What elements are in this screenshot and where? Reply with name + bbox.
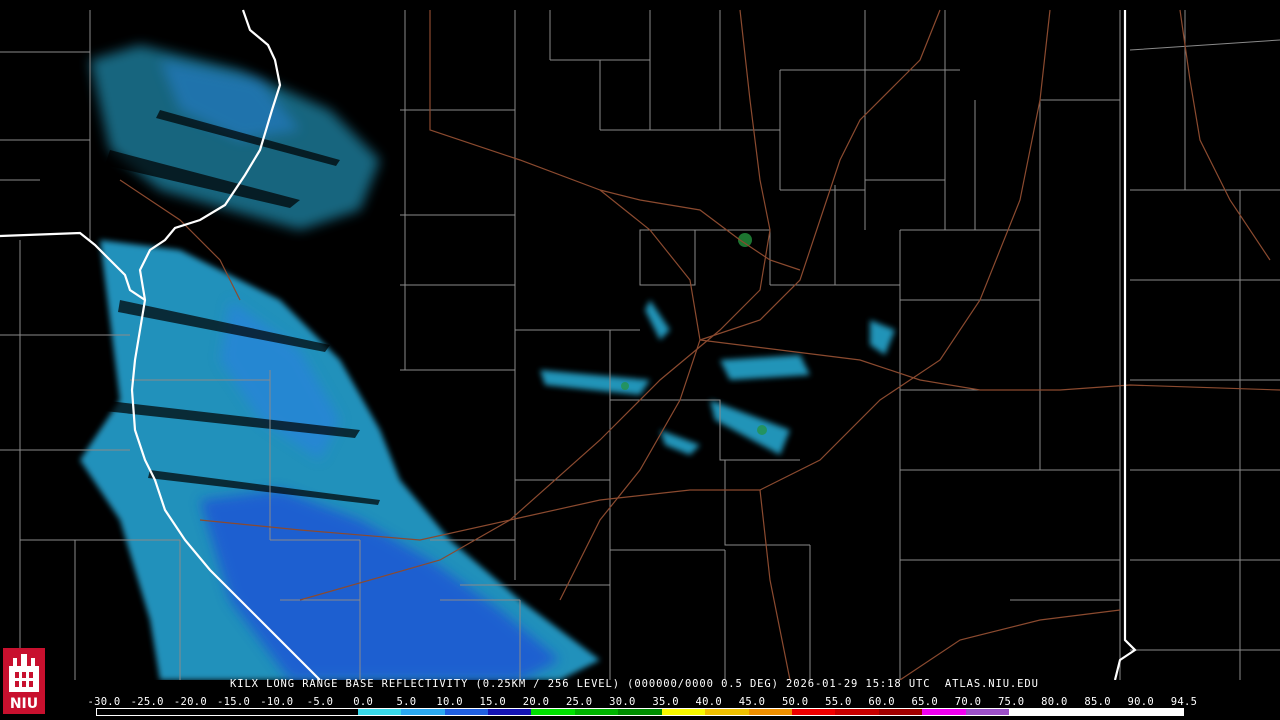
colorbar-segment (661, 709, 706, 715)
niu-logo-text: NIU (3, 694, 45, 714)
colorbar-segment (97, 709, 141, 715)
colorbar-segment (792, 709, 836, 715)
colorbar-tick-label: 10.0 (436, 696, 463, 708)
colorbar-tick-label: 94.5 (1170, 696, 1198, 708)
product-title-bar: KILX LONG RANGE BASE REFLECTIVITY (0.25K… (0, 678, 1280, 692)
colorbar-tick-label: 75.0 (997, 696, 1025, 708)
colorbar-tick-label: 65.0 (911, 696, 939, 708)
colorbar-tick-label: 55.0 (825, 696, 852, 708)
colorbar-segment (1052, 709, 1097, 715)
colorbar-tick-label: -10.0 (260, 696, 294, 708)
colorbar-tick-label: 35.0 (652, 696, 679, 708)
colorbar-segment (835, 709, 879, 715)
colorbar-tick-label: 60.0 (868, 696, 895, 708)
niu-tower-icon (3, 648, 45, 694)
product-title: KILX LONG RANGE BASE REFLECTIVITY (0.25K… (230, 678, 1039, 690)
colorbar-tick-label: 50.0 (781, 696, 809, 708)
colorbar-tick-label: -5.0 (306, 696, 334, 708)
colorbar-segment (314, 709, 358, 715)
colorbar-tick-label: 70.0 (954, 696, 982, 708)
colorbar-segment (1139, 709, 1183, 715)
colorbar-segment (1096, 709, 1140, 715)
colorbar-tick-label: 45.0 (738, 696, 766, 708)
colorbar-tick-label: 20.0 (522, 696, 550, 708)
colorbar-tick-label: -15.0 (217, 696, 251, 708)
colorbar-segment (487, 709, 532, 715)
colorbar-segment (922, 709, 966, 715)
colorbar-segment (140, 709, 184, 715)
niu-logo: NIU (3, 648, 45, 714)
colorbar-tick-label: -20.0 (173, 696, 207, 708)
ground-clutter (540, 233, 895, 455)
colorbar-tick-label: 80.0 (1041, 696, 1068, 708)
radar-map (0, 9, 1280, 680)
colorbar-segment (965, 709, 1010, 715)
colorbar-tick-label: 15.0 (479, 696, 507, 708)
colorbar-segment (574, 709, 619, 715)
colorbar-tick-label: 85.0 (1084, 696, 1111, 708)
colorbar-segment (531, 709, 575, 715)
colorbar-segment (705, 709, 749, 715)
colorbar-segment (401, 709, 445, 715)
colorbar-segment (878, 709, 923, 715)
colorbar-tick-label: 0.0 (353, 696, 374, 708)
colorbar-segment (618, 709, 662, 715)
colorbar-segment (357, 709, 402, 715)
colorbar-segment (227, 709, 271, 715)
colorbar-tick-label: 5.0 (396, 696, 417, 708)
colorbar (96, 708, 1184, 716)
colorbar-tick-label: 25.0 (565, 696, 593, 708)
colorbar-tick-label: 30.0 (609, 696, 636, 708)
colorbar-segment (444, 709, 488, 715)
colorbar-tick-labels: -30.0 -25.0 -20.0 -15.0 -10.0 -5.0 0.0 5.0 10.0 1… (0, 696, 1280, 708)
colorbar-segment (1009, 709, 1053, 715)
colorbar-segment (270, 709, 315, 715)
colorbar-tick-label: -30.0 (87, 696, 121, 708)
colorbar-segment (183, 709, 228, 715)
colorbar-segment (748, 709, 792, 715)
colorbar-tick-label: 40.0 (695, 696, 723, 708)
colorbar-tick-label: 90.0 (1127, 696, 1155, 708)
colorbar-tick-label: -25.0 (130, 696, 164, 708)
